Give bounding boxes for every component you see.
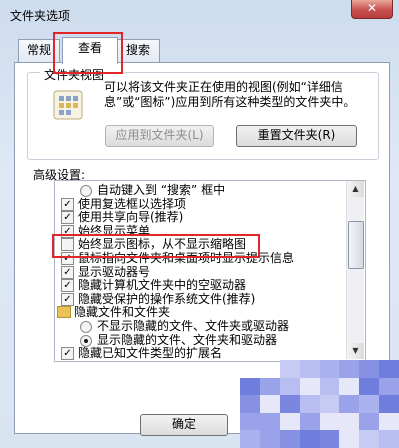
mosaic-tile [240, 395, 260, 413]
mosaic-tile [319, 360, 340, 378]
mosaic-tile [319, 412, 340, 431]
highlight-box-view-tab [53, 32, 123, 74]
checkbox[interactable]: ✓ [61, 279, 74, 293]
mosaic-tile [339, 412, 360, 431]
mosaic-tile [299, 360, 320, 378]
radio-button[interactable] [80, 321, 92, 333]
title-bar: 文件夹选项 ✕ [0, 0, 399, 28]
scroll-thumb[interactable] [348, 221, 364, 269]
mosaic-tile [359, 377, 380, 396]
mosaic-tile [339, 360, 360, 378]
mosaic-tile [240, 412, 260, 431]
radio-button[interactable] [80, 185, 92, 197]
folder-icon [57, 306, 71, 319]
advanced-setting-label: 隐藏已知文件类型的扩展名 [78, 346, 223, 361]
ok-button[interactable]: 确定 [140, 414, 228, 436]
pixelated-overlay [240, 360, 399, 448]
mosaic-tile [240, 377, 260, 396]
mosaic-tile [259, 377, 280, 396]
mosaic-tile [359, 360, 380, 378]
mosaic-tile [240, 360, 260, 378]
mosaic-tile [279, 377, 300, 396]
mosaic-tile [260, 360, 280, 378]
mosaic-tile [359, 412, 380, 431]
apply-to-folders-button[interactable]: 应用到文件夹(L) [105, 125, 214, 147]
mosaic-tile [379, 377, 399, 396]
mosaic-tile [259, 412, 280, 431]
close-button[interactable]: ✕ [351, 0, 393, 19]
mosaic-tile [319, 430, 340, 448]
checkbox[interactable]: ✓ [61, 197, 74, 211]
radio-button[interactable] [80, 334, 92, 347]
close-icon: ✕ [366, 1, 378, 15]
mosaic-tile [259, 430, 280, 448]
mosaic-tile [319, 377, 340, 396]
mosaic-tile [299, 395, 320, 413]
mosaic-tile [339, 377, 360, 396]
mosaic-tile [279, 430, 300, 448]
mosaic-tile [319, 395, 340, 413]
mosaic-tile [379, 395, 399, 413]
checkbox[interactable]: ✓ [61, 347, 74, 361]
mosaic-tile [339, 430, 360, 448]
mosaic-tile [279, 395, 300, 413]
mosaic-tile [359, 430, 380, 448]
mosaic-tile [299, 377, 320, 396]
mosaic-tile [299, 412, 320, 431]
reset-folders-button[interactable]: 重置文件夹(R) [236, 125, 357, 147]
mosaic-tile [339, 395, 360, 413]
highlight-box-always-show-icons [52, 234, 260, 258]
mosaic-tile [279, 360, 300, 378]
window-title: 文件夹选项 [10, 9, 71, 23]
checkbox[interactable]: ✓ [61, 265, 74, 279]
advanced-settings-list[interactable]: 自动键入到 “搜索” 框中 ✓ 使用复选框以选择项 ✓ 使用共享向导(推荐) ✓ 始终显示菜… [54, 180, 366, 362]
checkbox[interactable]: ✓ [61, 211, 74, 225]
mosaic-tile [379, 430, 399, 448]
mosaic-tile [359, 395, 380, 413]
advanced-settings-scrollbar[interactable]: ▲ ▼ [346, 181, 364, 359]
folder-views-description: 可以将该文件夹正在使用的视图(例如“详细信息”或“图标”)应用到所有这种类型的文… [104, 80, 356, 109]
folder-view-icon [53, 90, 83, 120]
folder-options-window: 文件夹选项 ✕ 常规 查看 搜索 文件夹视图 可以将该文件夹正在使用的视图(例如… [0, 0, 399, 448]
mosaic-tile [379, 360, 399, 378]
scroll-down-icon[interactable]: ▼ [347, 343, 364, 359]
scroll-up-icon[interactable]: ▲ [347, 181, 364, 197]
mosaic-tile [259, 395, 280, 413]
mosaic-tile [279, 412, 300, 431]
checkbox[interactable]: ✓ [61, 292, 74, 306]
mosaic-tile [240, 430, 260, 448]
mosaic-tile [299, 430, 320, 448]
mosaic-tile [379, 412, 399, 431]
